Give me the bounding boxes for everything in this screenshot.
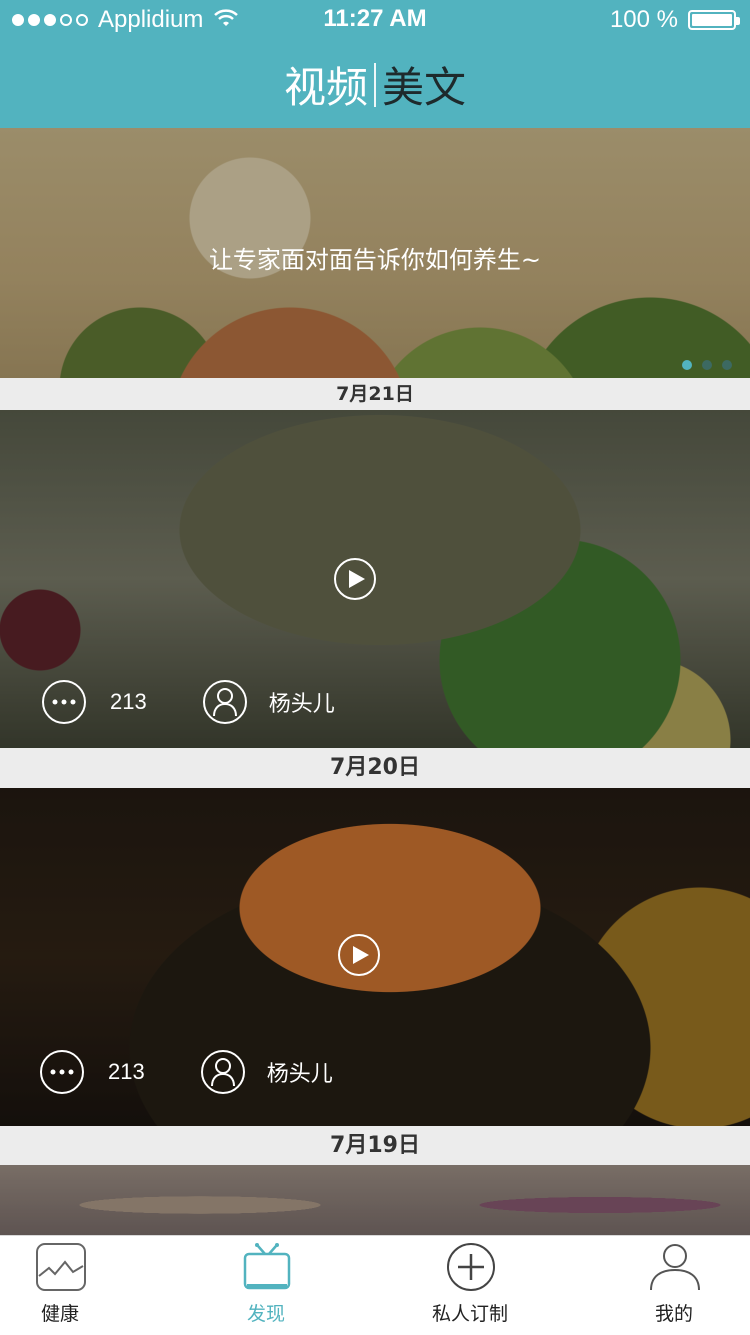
date-header: 7月20日 — [0, 748, 750, 788]
video-card[interactable]: 213 杨头儿 — [0, 410, 750, 748]
author-name[interactable]: 杨头儿 — [267, 1056, 333, 1088]
status-right: 100 % — [609, 6, 740, 34]
battery-icon — [688, 10, 740, 30]
tab-divider — [374, 62, 376, 107]
battery-percent: 100 % — [609, 6, 678, 33]
tab-bar: 健康 发现 私人订制 我的 — [0, 1235, 750, 1335]
play-icon[interactable] — [338, 934, 380, 976]
tab-private-plan[interactable]: 私人订制 — [400, 1236, 540, 1335]
comment-count: 213 — [108, 1059, 145, 1084]
person-icon — [650, 1244, 700, 1291]
tv-icon — [243, 1243, 291, 1290]
comment-icon[interactable] — [42, 680, 86, 724]
tab-label: 我的 — [654, 1303, 693, 1325]
pager-dot-1[interactable] — [682, 360, 692, 370]
play-icon[interactable] — [334, 558, 376, 600]
carousel-pager[interactable] — [682, 360, 732, 370]
avatar-icon[interactable] — [202, 680, 247, 724]
date-header: 7月21日 — [0, 378, 750, 410]
tab-label: 私人订制 — [431, 1303, 508, 1325]
tab-health[interactable]: 健康 — [0, 1236, 130, 1335]
video-meta: 213 杨头儿 — [40, 1050, 333, 1094]
comment-icon[interactable] — [40, 1050, 84, 1094]
tab-label: 健康 — [40, 1303, 79, 1325]
video-meta: 213 杨头儿 — [42, 680, 335, 724]
plus-circle-icon — [447, 1243, 495, 1291]
tab-video[interactable]: 视频 — [284, 54, 368, 115]
comment-count: 213 — [110, 689, 147, 714]
avatar-icon[interactable] — [200, 1050, 245, 1094]
banner-caption: 让专家面对面告诉你如何养生~ — [208, 246, 542, 274]
health-chart-icon — [36, 1243, 86, 1291]
tab-discover[interactable]: 发现 — [196, 1236, 336, 1335]
tab-mine[interactable]: 我的 — [604, 1236, 744, 1335]
tab-label: 发现 — [246, 1303, 285, 1325]
pager-dot-2[interactable] — [702, 360, 712, 370]
video-card[interactable]: 213 杨头儿 — [0, 788, 750, 1126]
content-type-switch: 视频 美文 — [0, 54, 750, 115]
banner-carousel[interactable]: 让专家面对面告诉你如何养生~ — [0, 128, 750, 378]
nav-bar: 视频 美文 — [0, 40, 750, 128]
tab-articles[interactable]: 美文 — [382, 54, 466, 115]
status-bar: Applidium 11:27 AM 100 % — [0, 0, 750, 40]
pager-dot-3[interactable] — [722, 360, 732, 370]
video-card[interactable] — [0, 1165, 750, 1235]
author-name[interactable]: 杨头儿 — [269, 686, 335, 718]
date-header: 7月19日 — [0, 1126, 750, 1166]
